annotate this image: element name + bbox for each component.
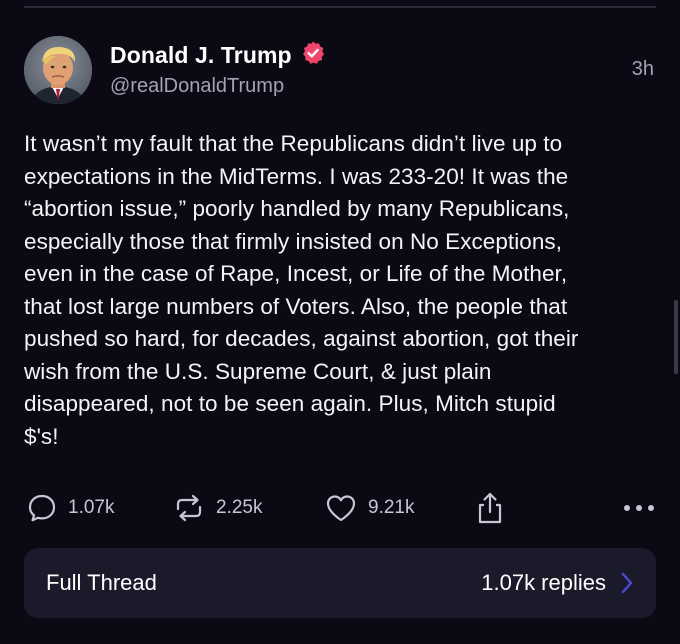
author-display-name[interactable]: Donald J. Trump (110, 42, 292, 69)
scrollbar-thumb[interactable] (674, 300, 678, 374)
reply-bubble-icon (26, 492, 58, 524)
heart-icon (324, 492, 358, 524)
post-screen: Donald J. Trump @realDonaldTrump 3h It w… (0, 0, 680, 644)
post-actions-bar: 1.07k 2.25k 9.21k (24, 490, 656, 526)
verified-badge-icon (300, 40, 326, 71)
share-button[interactable] (476, 490, 504, 526)
author-handle[interactable]: @realDonaldTrump (110, 75, 284, 98)
post-header: Donald J. Trump @realDonaldTrump 3h (24, 36, 656, 104)
retruth-button[interactable]: 2.25k (172, 490, 262, 526)
more-options-button[interactable] (622, 490, 656, 526)
author-name-row: Donald J. Trump (110, 40, 326, 70)
avatar-image (24, 36, 92, 104)
repost-icon (172, 492, 206, 524)
full-thread-card[interactable]: Full Thread 1.07k replies (24, 548, 656, 618)
like-count: 9.21k (368, 497, 415, 518)
thread-replies-count: 1.07k replies (481, 570, 606, 595)
retruth-count: 2.25k (216, 497, 263, 518)
full-thread-label: Full Thread (46, 570, 157, 595)
reply-count: 1.07k (68, 497, 115, 518)
top-divider (24, 6, 656, 8)
avatar[interactable] (24, 36, 92, 104)
reply-button[interactable]: 1.07k (26, 490, 114, 526)
chevron-right-icon (620, 570, 634, 601)
post-body-text: It wasn’t my fault that the Republicans … (24, 131, 579, 449)
like-button[interactable]: 9.21k (324, 490, 414, 526)
share-icon (476, 491, 504, 525)
post-timestamp: 3h (631, 58, 654, 80)
more-horizontal-icon (622, 503, 656, 513)
